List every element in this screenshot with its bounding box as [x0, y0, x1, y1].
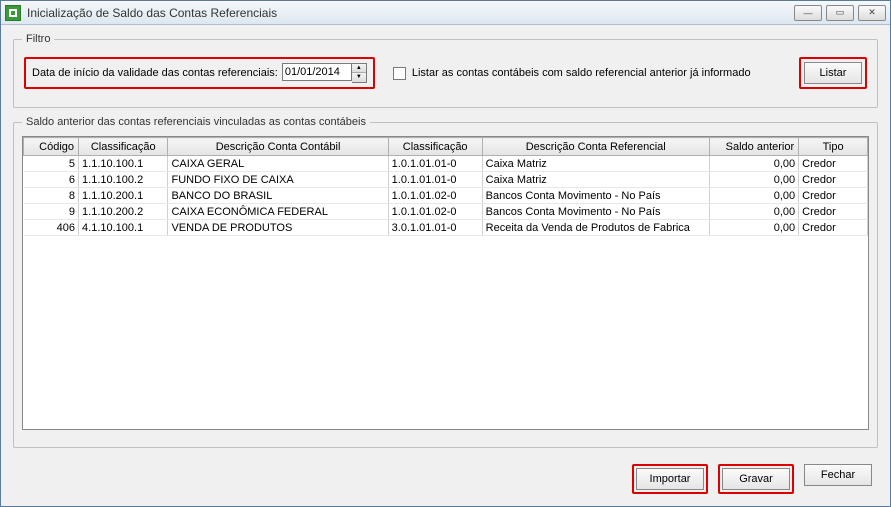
cell-codigo[interactable]: 406: [24, 220, 79, 236]
cell-classificacao2[interactable]: 3.0.1.01.01-0: [388, 220, 482, 236]
grid-legend: Saldo anterior das contas referenciais v…: [22, 116, 370, 128]
cell-tipo[interactable]: Credor: [799, 220, 868, 236]
app-window: Inicialização de Saldo das Contas Refere…: [0, 0, 891, 507]
spinner-down-button[interactable]: ▼: [352, 73, 366, 82]
content-area: Filtro Data de início da validade das co…: [1, 25, 890, 506]
cell-tipo[interactable]: Credor: [799, 172, 868, 188]
cell-tipo[interactable]: Credor: [799, 204, 868, 220]
date-input-group: ▲ ▼: [282, 63, 367, 83]
table-header-row: Código Classificação Descrição Conta Con…: [24, 138, 868, 156]
listar-highlight: Listar: [799, 57, 867, 89]
listar-anterior-checkbox[interactable]: [393, 67, 406, 80]
cell-codigo[interactable]: 8: [24, 188, 79, 204]
cell-descricao-referencial[interactable]: Receita da Venda de Produtos de Fabrica: [482, 220, 709, 236]
filtro-body: Data de início da validade das contas re…: [14, 45, 877, 107]
col-header-descricao-contabil[interactable]: Descrição Conta Contábil: [168, 138, 388, 156]
app-icon: [5, 5, 21, 21]
cell-descricao-contabil[interactable]: VENDA DE PRODUTOS: [168, 220, 388, 236]
cell-descricao-contabil[interactable]: FUNDO FIXO DE CAIXA: [168, 172, 388, 188]
fechar-button[interactable]: Fechar: [804, 464, 872, 486]
cell-classificacao2[interactable]: 1.0.1.01.01-0: [388, 156, 482, 172]
cell-classificacao1[interactable]: 1.1.10.200.2: [79, 204, 168, 220]
table-row[interactable]: 4064.1.10.100.1VENDA DE PRODUTOS3.0.1.01…: [24, 220, 868, 236]
col-header-saldo[interactable]: Saldo anterior: [709, 138, 798, 156]
cell-classificacao1[interactable]: 4.1.10.100.1: [79, 220, 168, 236]
maximize-button[interactable]: ▭: [826, 5, 854, 21]
cell-descricao-contabil[interactable]: CAIXA ECONÔMICA FEDERAL: [168, 204, 388, 220]
grid-body: Código Classificação Descrição Conta Con…: [14, 128, 877, 447]
cell-descricao-referencial[interactable]: Caixa Matriz: [482, 156, 709, 172]
checkbox-row: Listar as contas contábeis com saldo ref…: [393, 67, 781, 80]
window-controls: — ▭ ✕: [794, 5, 886, 21]
minimize-button[interactable]: —: [794, 5, 822, 21]
date-label: Data de início da validade das contas re…: [32, 67, 278, 79]
cell-saldo[interactable]: 0,00: [709, 204, 798, 220]
cell-classificacao2[interactable]: 1.0.1.01.02-0: [388, 204, 482, 220]
cell-classificacao1[interactable]: 1.1.10.100.1: [79, 156, 168, 172]
date-filter-highlight: Data de início da validade das contas re…: [24, 57, 375, 89]
importar-button[interactable]: Importar: [636, 468, 704, 490]
date-spinner: ▲ ▼: [352, 63, 367, 83]
gravar-button[interactable]: Gravar: [722, 468, 790, 490]
cell-classificacao2[interactable]: 1.0.1.01.01-0: [388, 172, 482, 188]
importar-highlight: Importar: [632, 464, 708, 494]
col-header-codigo[interactable]: Código: [24, 138, 79, 156]
listar-button[interactable]: Listar: [804, 62, 862, 84]
close-button[interactable]: ✕: [858, 5, 886, 21]
cell-descricao-referencial[interactable]: Bancos Conta Movimento - No País: [482, 188, 709, 204]
cell-descricao-contabil[interactable]: BANCO DO BRASIL: [168, 188, 388, 204]
col-header-classificacao2[interactable]: Classificação: [388, 138, 482, 156]
col-header-tipo[interactable]: Tipo: [799, 138, 868, 156]
table-row[interactable]: 61.1.10.100.2FUNDO FIXO DE CAIXA1.0.1.01…: [24, 172, 868, 188]
cell-tipo[interactable]: Credor: [799, 156, 868, 172]
cell-descricao-contabil[interactable]: CAIXA GERAL: [168, 156, 388, 172]
filtro-fieldset: Filtro Data de início da validade das co…: [13, 33, 878, 108]
cell-saldo[interactable]: 0,00: [709, 188, 798, 204]
footer-buttons: Importar Gravar Fechar: [13, 456, 878, 498]
cell-codigo[interactable]: 9: [24, 204, 79, 220]
date-input[interactable]: [282, 63, 352, 81]
table-row[interactable]: 91.1.10.200.2CAIXA ECONÔMICA FEDERAL1.0.…: [24, 204, 868, 220]
cell-classificacao2[interactable]: 1.0.1.01.02-0: [388, 188, 482, 204]
grid-scroll[interactable]: Código Classificação Descrição Conta Con…: [22, 136, 869, 430]
col-header-descricao-referencial[interactable]: Descrição Conta Referencial: [482, 138, 709, 156]
col-header-classificacao1[interactable]: Classificação: [79, 138, 168, 156]
checkbox-label: Listar as contas contábeis com saldo ref…: [412, 67, 751, 79]
cell-codigo[interactable]: 6: [24, 172, 79, 188]
cell-tipo[interactable]: Credor: [799, 188, 868, 204]
cell-saldo[interactable]: 0,00: [709, 156, 798, 172]
grid-fieldset: Saldo anterior das contas referenciais v…: [13, 116, 878, 448]
cell-saldo[interactable]: 0,00: [709, 172, 798, 188]
table-row[interactable]: 81.1.10.200.1BANCO DO BRASIL1.0.1.01.02-…: [24, 188, 868, 204]
filtro-legend: Filtro: [22, 33, 54, 45]
grid-table: Código Classificação Descrição Conta Con…: [23, 137, 868, 236]
cell-descricao-referencial[interactable]: Caixa Matriz: [482, 172, 709, 188]
titlebar: Inicialização de Saldo das Contas Refere…: [1, 1, 890, 25]
gravar-highlight: Gravar: [718, 464, 794, 494]
table-row[interactable]: 51.1.10.100.1CAIXA GERAL1.0.1.01.01-0Cai…: [24, 156, 868, 172]
window-title: Inicialização de Saldo das Contas Refere…: [27, 6, 794, 20]
cell-classificacao1[interactable]: 1.1.10.200.1: [79, 188, 168, 204]
cell-classificacao1[interactable]: 1.1.10.100.2: [79, 172, 168, 188]
cell-descricao-referencial[interactable]: Bancos Conta Movimento - No País: [482, 204, 709, 220]
cell-codigo[interactable]: 5: [24, 156, 79, 172]
cell-saldo[interactable]: 0,00: [709, 220, 798, 236]
spinner-up-button[interactable]: ▲: [352, 64, 366, 73]
